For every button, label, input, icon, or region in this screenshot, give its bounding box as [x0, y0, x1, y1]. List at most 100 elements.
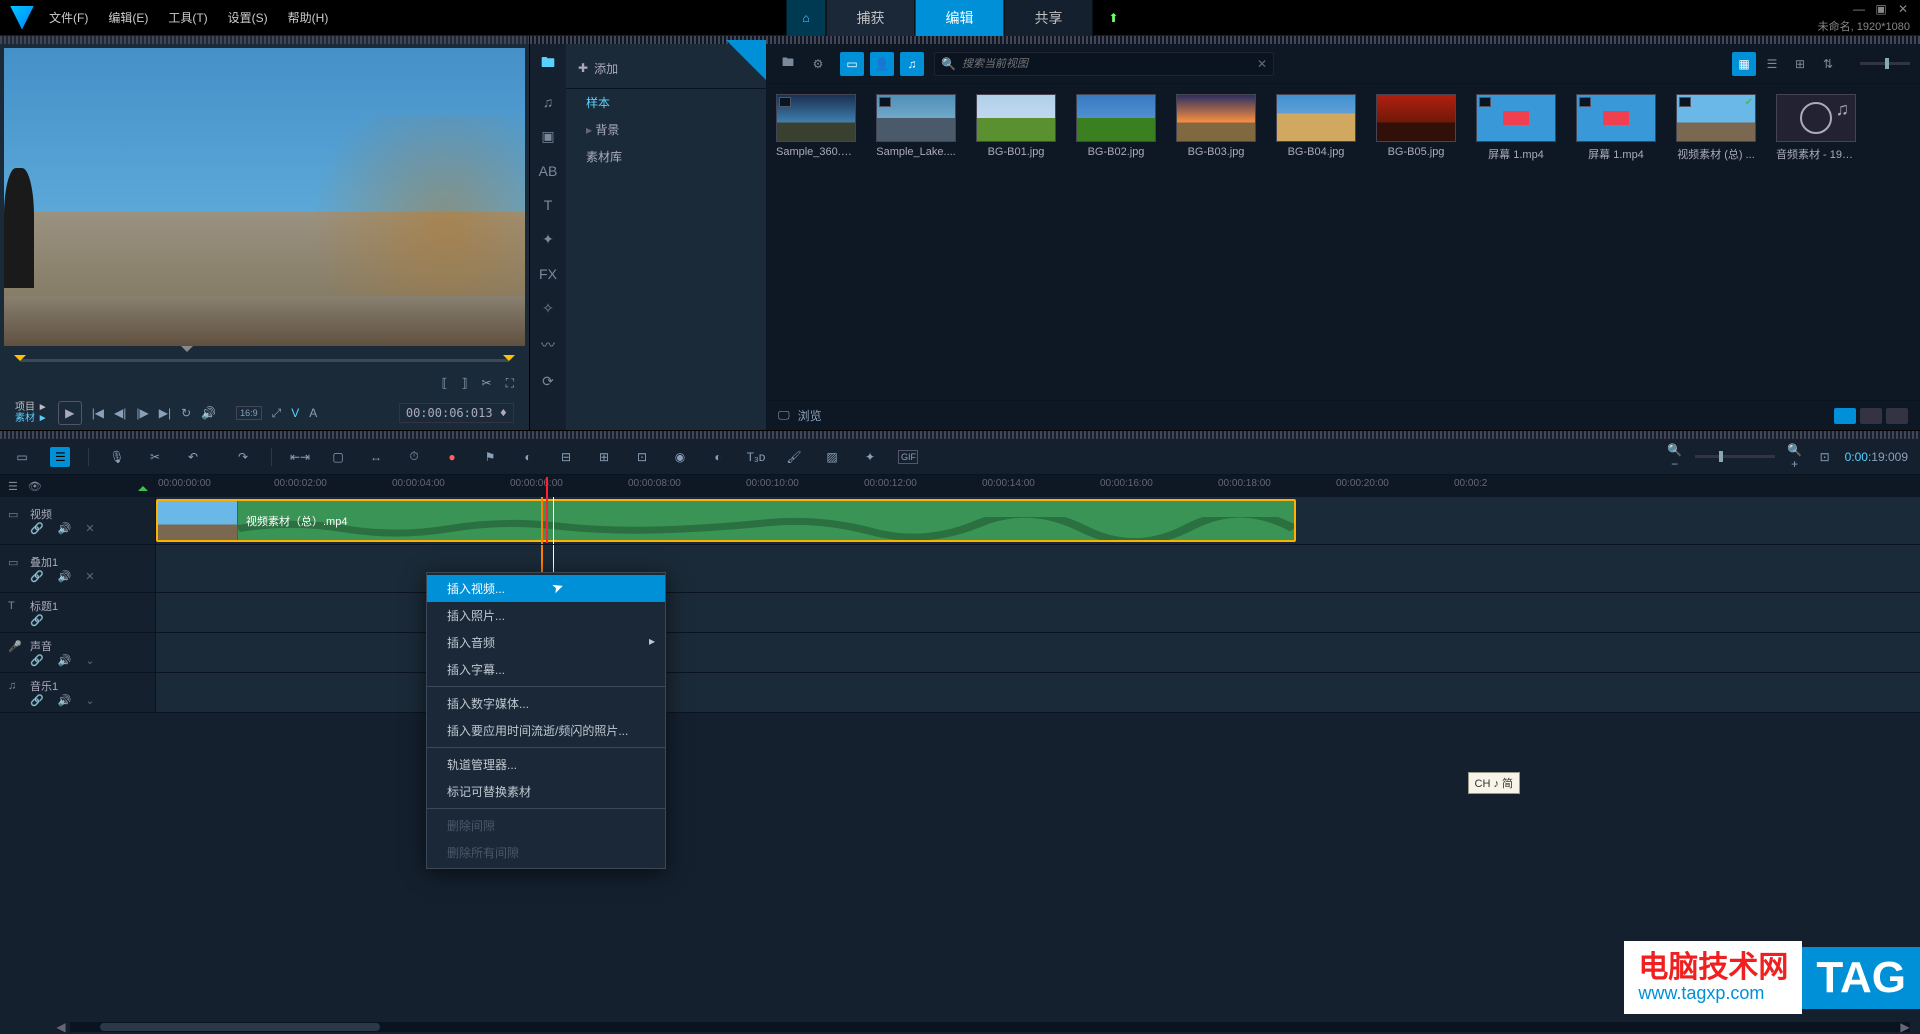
- menu-insert-digital[interactable]: 插入数字媒体...: [427, 690, 665, 717]
- tab-home[interactable]: ⌂: [787, 0, 827, 36]
- tree-item-background[interactable]: 背景: [566, 116, 766, 143]
- tree-item-sample[interactable]: 样本: [566, 89, 766, 116]
- link-icon[interactable]: 🔗: [30, 570, 44, 583]
- volume-button[interactable]: 🔊: [201, 406, 216, 420]
- tracking-icon[interactable]: ◉: [670, 450, 690, 464]
- path-tab-icon[interactable]: 〰: [530, 335, 566, 355]
- view-thumb-icon[interactable]: ▦: [1732, 52, 1756, 76]
- panel-drag-handle[interactable]: [0, 36, 529, 44]
- transitions-tab-icon[interactable]: AB: [530, 163, 566, 179]
- menu-insert-subtitle[interactable]: 插入字幕...: [427, 656, 665, 683]
- resize-icon[interactable]: ⤢: [272, 406, 282, 421]
- link-icon[interactable]: 🔗: [30, 614, 44, 627]
- zoom-out-icon[interactable]: 🔍−: [1665, 443, 1685, 471]
- library-item[interactable]: BG-B01.jpg: [976, 94, 1056, 162]
- library-search[interactable]: 🔍 ✕: [934, 52, 1274, 76]
- tab-edit[interactable]: 编辑: [916, 0, 1005, 36]
- reverse-icon[interactable]: ●: [442, 450, 462, 464]
- expand-icon[interactable]: ⌄: [85, 654, 94, 667]
- import-folder-icon[interactable]: 🖿: [776, 52, 800, 76]
- filters-tab-icon[interactable]: ✦: [530, 231, 566, 248]
- library-item[interactable]: 音频素材 - 196...: [1776, 94, 1856, 162]
- undo-icon[interactable]: ↶: [183, 450, 203, 464]
- add-track-icon[interactable]: [138, 481, 148, 491]
- toggle-v[interactable]: V: [291, 406, 299, 420]
- menu-track-manager[interactable]: 轨道管理器...: [427, 751, 665, 778]
- timeline-ruler[interactable]: 00:00:00:00 00:00:02:00 00:00:04:00 00:0…: [156, 475, 1920, 497]
- library-item[interactable]: BG-B04.jpg: [1276, 94, 1356, 162]
- library-item[interactable]: Sample_Lake....: [876, 94, 956, 162]
- filter-audio-icon[interactable]: ♫: [900, 52, 924, 76]
- timeline-view-icon[interactable]: ☰: [50, 447, 70, 467]
- browse-label[interactable]: 浏览: [798, 407, 822, 424]
- source-clip-label[interactable]: 素材 ►: [15, 413, 48, 424]
- library-item[interactable]: 屏幕 1.mp4: [1476, 94, 1556, 162]
- mark-out-icon[interactable]: ⟧: [462, 376, 468, 390]
- prev-frame-button[interactable]: ◀|: [114, 406, 126, 420]
- view-grid-icon[interactable]: ⊞: [1788, 52, 1812, 76]
- zoom-slider[interactable]: [1695, 455, 1775, 458]
- library-item[interactable]: BG-B03.jpg: [1176, 94, 1256, 162]
- link-icon[interactable]: 🔗: [30, 654, 44, 667]
- preview-scrubber[interactable]: [20, 354, 509, 366]
- tree-item-asset-library[interactable]: 素材库: [566, 143, 766, 170]
- split-icon[interactable]: ✂: [482, 376, 492, 390]
- mute-icon[interactable]: 🔊: [58, 570, 72, 583]
- zoom-in-icon[interactable]: 🔍+: [1785, 443, 1805, 471]
- mute-icon[interactable]: 🔊: [58, 694, 72, 707]
- library-item[interactable]: ✔视频素材 (总) ...: [1676, 94, 1756, 162]
- library-item[interactable]: 屏幕 1.mp4: [1576, 94, 1656, 162]
- multicam-icon[interactable]: ⊡: [632, 450, 652, 464]
- browse-icon[interactable]: 🖵: [778, 408, 790, 423]
- storyboard-view-icon[interactable]: ▭: [12, 450, 32, 464]
- track-content[interactable]: [156, 673, 1920, 712]
- text-3d-icon[interactable]: T₃ᴅ: [746, 450, 766, 464]
- filter-video-icon[interactable]: ▭: [840, 52, 864, 76]
- scroll-thumb[interactable]: [100, 1023, 380, 1031]
- library-item[interactable]: BG-B05.jpg: [1376, 94, 1456, 162]
- source-project-label[interactable]: 项目 ►: [15, 402, 48, 413]
- panel-drag-handle[interactable]: [0, 431, 1920, 439]
- mark-in-icon[interactable]: ⟦: [442, 376, 448, 390]
- menu-insert-video[interactable]: 插入视频...: [427, 575, 665, 602]
- mask-icon[interactable]: ◐: [708, 450, 728, 464]
- crop-icon[interactable]: ▢: [328, 450, 348, 464]
- go-end-button[interactable]: ▶|: [159, 406, 171, 420]
- menu-settings[interactable]: 设置(S): [228, 9, 268, 26]
- grid-icon[interactable]: ⊞: [594, 450, 614, 464]
- media-tab-icon[interactable]: 🖿: [530, 52, 566, 76]
- menu-insert-timelapse[interactable]: 插入要应用时间流逝/频闪的照片...: [427, 717, 665, 744]
- speed-icon[interactable]: ⏱: [404, 449, 424, 464]
- loop-button[interactable]: ↻: [181, 406, 191, 420]
- footer-btn-2[interactable]: [1860, 408, 1882, 424]
- lock-icon[interactable]: ✕: [85, 570, 94, 583]
- view-list-icon[interactable]: ☰: [1760, 52, 1784, 76]
- track-content[interactable]: [156, 545, 1920, 592]
- tracks-eye-icon[interactable]: 👁: [28, 480, 42, 493]
- upload-icon[interactable]: ⬆: [1094, 0, 1134, 36]
- menu-tools[interactable]: 工具(T): [168, 9, 207, 26]
- fx-tab-icon[interactable]: FX: [530, 266, 566, 282]
- play-button[interactable]: ▶: [58, 401, 82, 425]
- menu-help[interactable]: 帮助(H): [288, 9, 329, 26]
- footer-btn-1[interactable]: [1834, 408, 1856, 424]
- audio-tab-icon[interactable]: ♫: [530, 94, 566, 110]
- timeline-horizontal-scrollbar[interactable]: ◀ ▶: [70, 1022, 1910, 1032]
- minimize-button[interactable]: —: [1852, 2, 1866, 16]
- link-icon[interactable]: 🔗: [30, 694, 44, 707]
- chapter-icon[interactable]: ◐: [518, 450, 538, 464]
- thumb-size-slider[interactable]: [1860, 62, 1910, 65]
- color-icon[interactable]: ▨: [822, 450, 842, 464]
- toggle-a[interactable]: A: [309, 406, 317, 420]
- library-item[interactable]: BG-B02.jpg: [1076, 94, 1156, 162]
- redo-icon[interactable]: ↷: [233, 450, 253, 464]
- aspect-label[interactable]: 16:9: [236, 406, 262, 420]
- search-clear-icon[interactable]: ✕: [1257, 57, 1267, 71]
- fullscreen-icon[interactable]: ⛶: [506, 376, 514, 391]
- track-content[interactable]: 视频素材（总）.mp4: [156, 497, 1920, 544]
- menu-insert-photo[interactable]: 插入照片...: [427, 602, 665, 629]
- fit-icon[interactable]: ⊡: [1815, 450, 1835, 464]
- library-item[interactable]: Sample_360.m...: [776, 94, 856, 162]
- mute-icon[interactable]: 🔊: [58, 522, 72, 535]
- menu-edit[interactable]: 编辑(E): [108, 9, 148, 26]
